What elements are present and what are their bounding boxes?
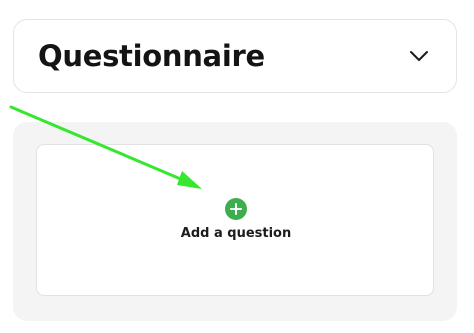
add-question-card[interactable] <box>36 144 434 296</box>
chevron-down-icon[interactable] <box>409 49 429 63</box>
questionnaire-header[interactable]: Questionnaire <box>13 19 457 93</box>
section-title: Questionnaire <box>38 39 265 73</box>
page: Questionnaire Add a question <box>0 0 474 333</box>
add-question-label[interactable]: Add a question <box>136 226 336 242</box>
plus-icon[interactable] <box>225 198 247 220</box>
